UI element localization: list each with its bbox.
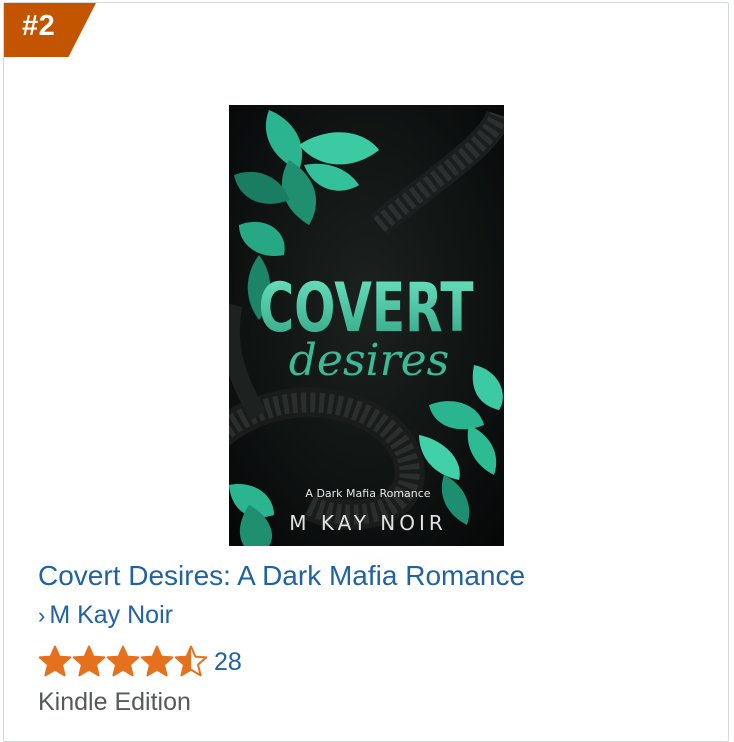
book-cover-image[interactable]: COVERT desires A Dark Mafia Romance M KA… (229, 105, 504, 546)
product-title-link[interactable]: Covert Desires: A Dark Mafia Romance (38, 560, 525, 592)
chevron-right-icon: › (38, 603, 46, 628)
star-icon (72, 645, 106, 677)
cover-title-line2: desires (289, 335, 450, 386)
cover-author: M KAY NOIR (289, 511, 447, 535)
star-icon (38, 645, 72, 677)
star-icon (140, 645, 174, 677)
author-name: M Kay Noir (49, 601, 173, 629)
star-icon (174, 645, 208, 677)
format-label: Kindle Edition (38, 688, 191, 716)
star-icon (106, 645, 140, 677)
rating-row[interactable]: 28 (38, 645, 242, 679)
rank-label: #2 (22, 10, 56, 42)
rating-count[interactable]: 28 (214, 645, 242, 679)
author-link[interactable]: › M Kay Noir (38, 601, 173, 630)
star-rating[interactable] (38, 645, 208, 679)
cover-tagline: A Dark Mafia Romance (305, 487, 430, 500)
